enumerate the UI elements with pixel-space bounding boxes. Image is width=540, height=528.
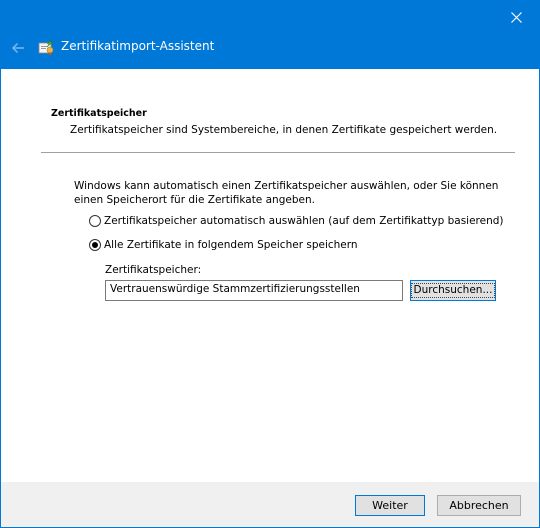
intro-text: Windows kann automatisch einen Zertifika… (74, 180, 499, 206)
next-button[interactable]: Weiter (355, 495, 425, 516)
radio-label: Alle Zertifikate in folgendem Speicher s… (104, 239, 358, 251)
section-title: Zertifikatspeicher (51, 108, 147, 119)
arrow-left-icon (11, 42, 24, 54)
title-bar: Zertifikatimport-Assistent (1, 1, 539, 69)
radio-button[interactable] (89, 239, 101, 251)
radio-place-all-in-store[interactable]: Alle Zertifikate in folgendem Speicher s… (89, 239, 358, 251)
radio-label: Zertifikatspeicher automatisch auswählen… (104, 215, 504, 227)
store-label: Zertifikatspeicher: (105, 264, 202, 276)
radio-auto-select-store[interactable]: Zertifikatspeicher automatisch auswählen… (89, 215, 504, 227)
store-field[interactable]: Vertrauenswürdige Stammzertifizierungsst… (105, 280, 403, 301)
separator (41, 152, 515, 153)
close-button[interactable] (493, 1, 539, 34)
certificate-wizard-icon (38, 39, 54, 56)
radio-button[interactable] (89, 215, 101, 227)
wizard-window: Zertifikatimport-Assistent Zertifikatspe… (0, 0, 540, 528)
window-title: Zertifikatimport-Assistent (61, 39, 215, 53)
browse-button[interactable]: Durchsuchen... (410, 280, 496, 301)
browse-button-label: Durchsuchen... (410, 283, 496, 298)
footer-bar: Weiter Abbrechen (1, 482, 539, 527)
close-icon (510, 12, 522, 23)
radio-selected-dot (92, 242, 98, 248)
cancel-button[interactable]: Abbrechen (437, 495, 521, 516)
back-button[interactable] (7, 37, 29, 59)
section-description: Zertifikatspeicher sind Systembereiche, … (70, 124, 498, 136)
